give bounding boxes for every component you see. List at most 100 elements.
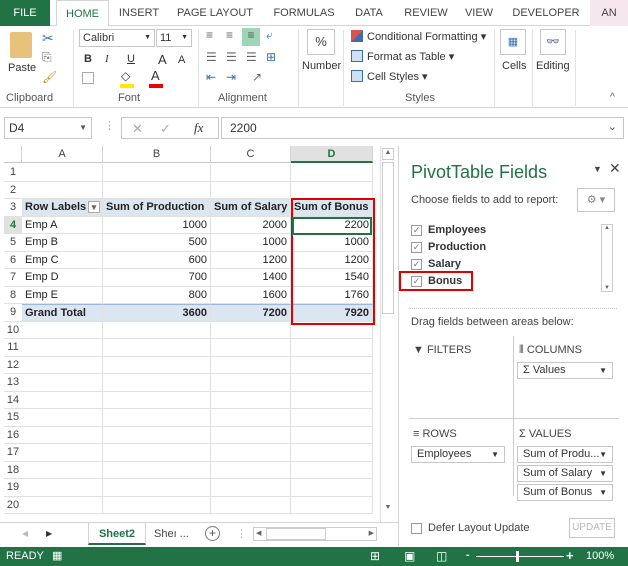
field-salary[interactable]: ✓ Salary xyxy=(411,258,461,270)
grid-cell[interactable] xyxy=(291,479,373,497)
zoom-level[interactable]: 100% xyxy=(586,550,614,562)
grid-cell[interactable] xyxy=(211,374,291,392)
horizontal-scrollbar[interactable]: ◀ ▶ xyxy=(253,527,377,541)
row-header[interactable]: 3 xyxy=(4,199,22,217)
zoom-slider-handle[interactable] xyxy=(516,551,519,562)
pivot-data-cell[interactable]: 1600 xyxy=(211,286,291,304)
zoom-in-button[interactable]: + xyxy=(566,548,574,563)
grid-cell[interactable] xyxy=(22,409,103,427)
tab-analyze[interactable]: AN xyxy=(590,0,628,26)
percent-icon[interactable]: % xyxy=(307,29,335,55)
scroll-down-icon[interactable]: ▼ xyxy=(382,504,394,516)
scroll-down-icon[interactable]: ▼ xyxy=(602,285,612,291)
row-header[interactable]: 12 xyxy=(4,357,22,374)
pivot-data-cell[interactable]: Emp C xyxy=(22,251,103,269)
row-header[interactable]: 1 xyxy=(4,164,22,182)
row-header[interactable]: 2 xyxy=(4,182,22,199)
conditional-formatting-button[interactable]: Conditional Formatting ▾ xyxy=(367,30,486,43)
grid-cell[interactable] xyxy=(211,356,291,374)
grid-cell[interactable] xyxy=(22,339,103,357)
grid-cell[interactable] xyxy=(103,164,211,182)
merge-center-icon[interactable]: ⊞ xyxy=(266,50,276,64)
worksheet-grid[interactable]: A B C D 1 2 3 4 5 6 7 8 9 10 11 12 13 14 15 16 17 18 19 20 … xyxy=(4,146,376,522)
scroll-left-icon[interactable]: ◀ xyxy=(256,529,261,537)
grid-cell[interactable] xyxy=(211,461,291,479)
row-header[interactable]: 8 xyxy=(4,287,22,304)
field-employees[interactable]: ✓ Employees xyxy=(411,224,486,236)
font-name-select[interactable]: Calibri ▼ xyxy=(79,29,155,47)
align-top-icon[interactable]: ≡ xyxy=(206,28,213,42)
row-header[interactable]: 16 xyxy=(4,427,22,444)
paste-icon[interactable] xyxy=(10,32,32,58)
grid-cell[interactable] xyxy=(211,496,291,514)
pivot-data-cell[interactable]: 600 xyxy=(103,251,211,269)
font-color-icon[interactable]: A xyxy=(151,68,160,83)
format-painter-icon[interactable]: 🖌 xyxy=(42,70,57,84)
bold-button[interactable]: B xyxy=(84,53,92,65)
tab-insert[interactable]: INSERT xyxy=(113,0,165,26)
values-item-salary[interactable]: Sum of Salary ▼ xyxy=(517,465,613,482)
pivot-data-cell[interactable]: 500 xyxy=(103,234,211,252)
pivot-data-cell[interactable]: Emp A xyxy=(22,216,103,234)
orientation-icon[interactable]: ↗ xyxy=(252,70,262,84)
grid-cell[interactable] xyxy=(291,461,373,479)
gear-icon[interactable]: ⚙ ▾ xyxy=(577,188,615,212)
row-header[interactable]: 10 xyxy=(4,322,22,339)
grid-cell[interactable] xyxy=(291,409,373,427)
grid-cell[interactable] xyxy=(22,321,103,339)
pivot-data-cell[interactable]: 1200 xyxy=(211,251,291,269)
pivot-data-cell[interactable]: Emp D xyxy=(22,269,103,287)
tab-data[interactable]: DATA xyxy=(348,0,390,26)
grid-cell[interactable] xyxy=(103,356,211,374)
grid-cell[interactable] xyxy=(22,444,103,462)
grid-cell[interactable] xyxy=(103,444,211,462)
grid-cell[interactable] xyxy=(211,391,291,409)
next-sheet-icon[interactable]: ▶ xyxy=(46,529,52,538)
grid-cell[interactable] xyxy=(103,461,211,479)
row-header[interactable]: 20 xyxy=(4,497,22,514)
grid-cell[interactable] xyxy=(22,479,103,497)
grid-cell[interactable] xyxy=(103,409,211,427)
scroll-up-icon[interactable]: ▲ xyxy=(602,225,612,231)
pivot-header-cell[interactable]: Row Labels ▾ xyxy=(22,199,103,217)
vertical-scrollbar[interactable]: ▲ ▼ xyxy=(380,146,394,522)
cancel-icon[interactable]: ✕ xyxy=(132,121,143,137)
grid-cell[interactable] xyxy=(22,461,103,479)
row-header[interactable]: 17 xyxy=(4,444,22,462)
add-sheet-icon[interactable]: + xyxy=(205,526,220,541)
grid-cell[interactable] xyxy=(22,374,103,392)
pivot-data-cell[interactable]: Emp E xyxy=(22,286,103,304)
update-button[interactable]: UPDATE xyxy=(569,518,615,538)
font-size-select[interactable]: 11 ▼ xyxy=(156,29,192,47)
pivot-data-cell[interactable]: Emp B xyxy=(22,234,103,252)
increase-indent-icon[interactable]: ⇥ xyxy=(226,70,236,84)
grid-cell[interactable] xyxy=(103,339,211,357)
columns-item-values[interactable]: Σ Values ▼ xyxy=(517,362,613,379)
checkbox-checked-icon[interactable]: ✓ xyxy=(411,258,422,270)
grid-cell[interactable] xyxy=(211,426,291,444)
tab-review[interactable]: REVIEW xyxy=(400,0,452,26)
editing-button[interactable]: Editing xyxy=(536,60,570,72)
align-right-icon[interactable]: ☰ xyxy=(246,50,257,64)
grid-cell[interactable] xyxy=(103,321,211,339)
name-box[interactable]: D4 ▼ xyxy=(4,117,92,139)
decrease-indent-icon[interactable]: ⇤ xyxy=(206,70,216,84)
grid-cell[interactable] xyxy=(291,444,373,462)
zoom-slider[interactable] xyxy=(476,556,564,557)
tab-formulas[interactable]: FORMULAS xyxy=(268,0,340,26)
underline-button[interactable]: U xyxy=(127,53,135,65)
values-item-bonus[interactable]: Sum of Bonus ▼ xyxy=(517,484,613,501)
pane-options-icon[interactable]: ▼ xyxy=(593,164,602,174)
row-header[interactable]: 5 xyxy=(4,234,22,252)
row-header[interactable]: 13 xyxy=(4,374,22,392)
scroll-up-icon[interactable]: ▲ xyxy=(382,148,394,160)
row-header[interactable]: 11 xyxy=(4,339,22,357)
field-production[interactable]: ✓ Production xyxy=(411,241,486,253)
row-header[interactable]: 6 xyxy=(4,252,22,269)
grid-cell[interactable] xyxy=(211,479,291,497)
find-binoculars-icon[interactable]: 👓 xyxy=(540,29,566,55)
grid-cell[interactable] xyxy=(211,181,291,199)
grid-cell[interactable] xyxy=(211,321,291,339)
grid-cell[interactable] xyxy=(103,479,211,497)
grid-cell[interactable] xyxy=(22,391,103,409)
